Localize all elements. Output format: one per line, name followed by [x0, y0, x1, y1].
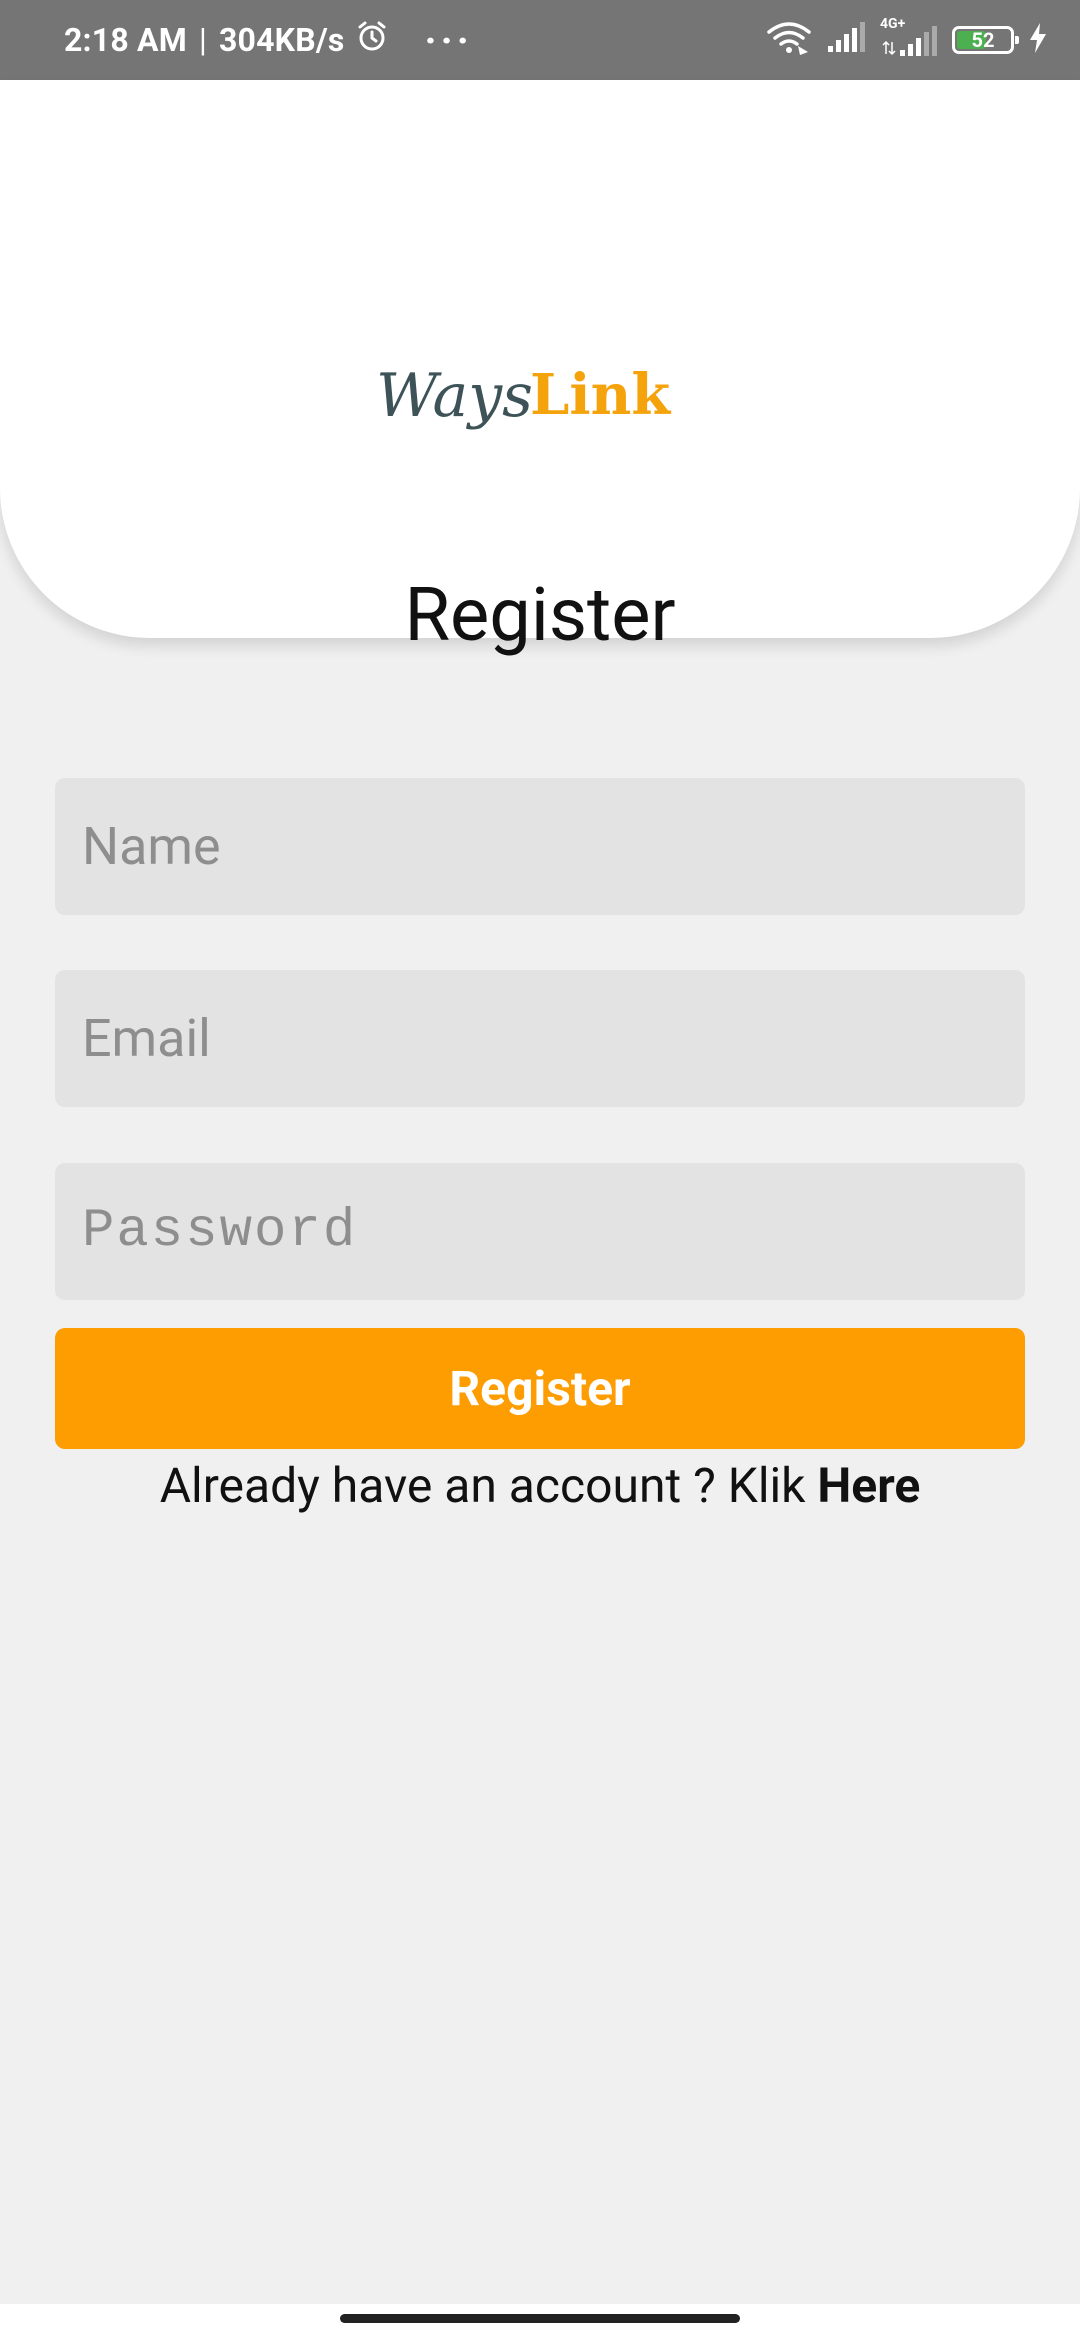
status-separator: |	[198, 21, 207, 59]
register-button[interactable]: Register	[55, 1328, 1025, 1449]
svg-text:Ways: Ways	[376, 361, 533, 431]
login-prompt-text: Already have an account ? Klik	[159, 1457, 818, 1514]
password-field[interactable]	[55, 1163, 1025, 1300]
status-bar: 2:18 AM | 304KB/s ··· 4G+ 52	[0, 0, 1080, 80]
login-prompt: Already have an account ? Klik Here	[0, 1450, 1080, 1522]
battery-icon: 52	[952, 26, 1019, 54]
header-card: Ways Link Register	[0, 80, 1080, 659]
wifi-icon	[766, 20, 812, 60]
alarm-icon	[355, 19, 389, 61]
email-field[interactable]	[55, 970, 1025, 1107]
status-time: 2:18 AM	[64, 21, 187, 59]
status-right: 4G+ 52	[766, 0, 1048, 80]
signal-icon	[826, 22, 866, 58]
more-notifications-icon: ···	[424, 16, 473, 64]
page-title: Register	[404, 572, 676, 659]
home-gesture-handle[interactable]	[340, 2314, 740, 2323]
status-network-speed: 304KB/s	[218, 21, 345, 59]
signal-4g-icon: 4G+	[880, 16, 938, 60]
name-field[interactable]	[55, 778, 1025, 915]
status-left: 2:18 AM | 304KB/s ···	[64, 0, 473, 80]
charging-icon	[1028, 22, 1048, 58]
login-here-link[interactable]: Here	[817, 1457, 920, 1514]
battery-level: 52	[971, 28, 995, 52]
wayslink-logo: Ways Link	[376, 361, 671, 431]
svg-text:Link: Link	[530, 362, 671, 428]
